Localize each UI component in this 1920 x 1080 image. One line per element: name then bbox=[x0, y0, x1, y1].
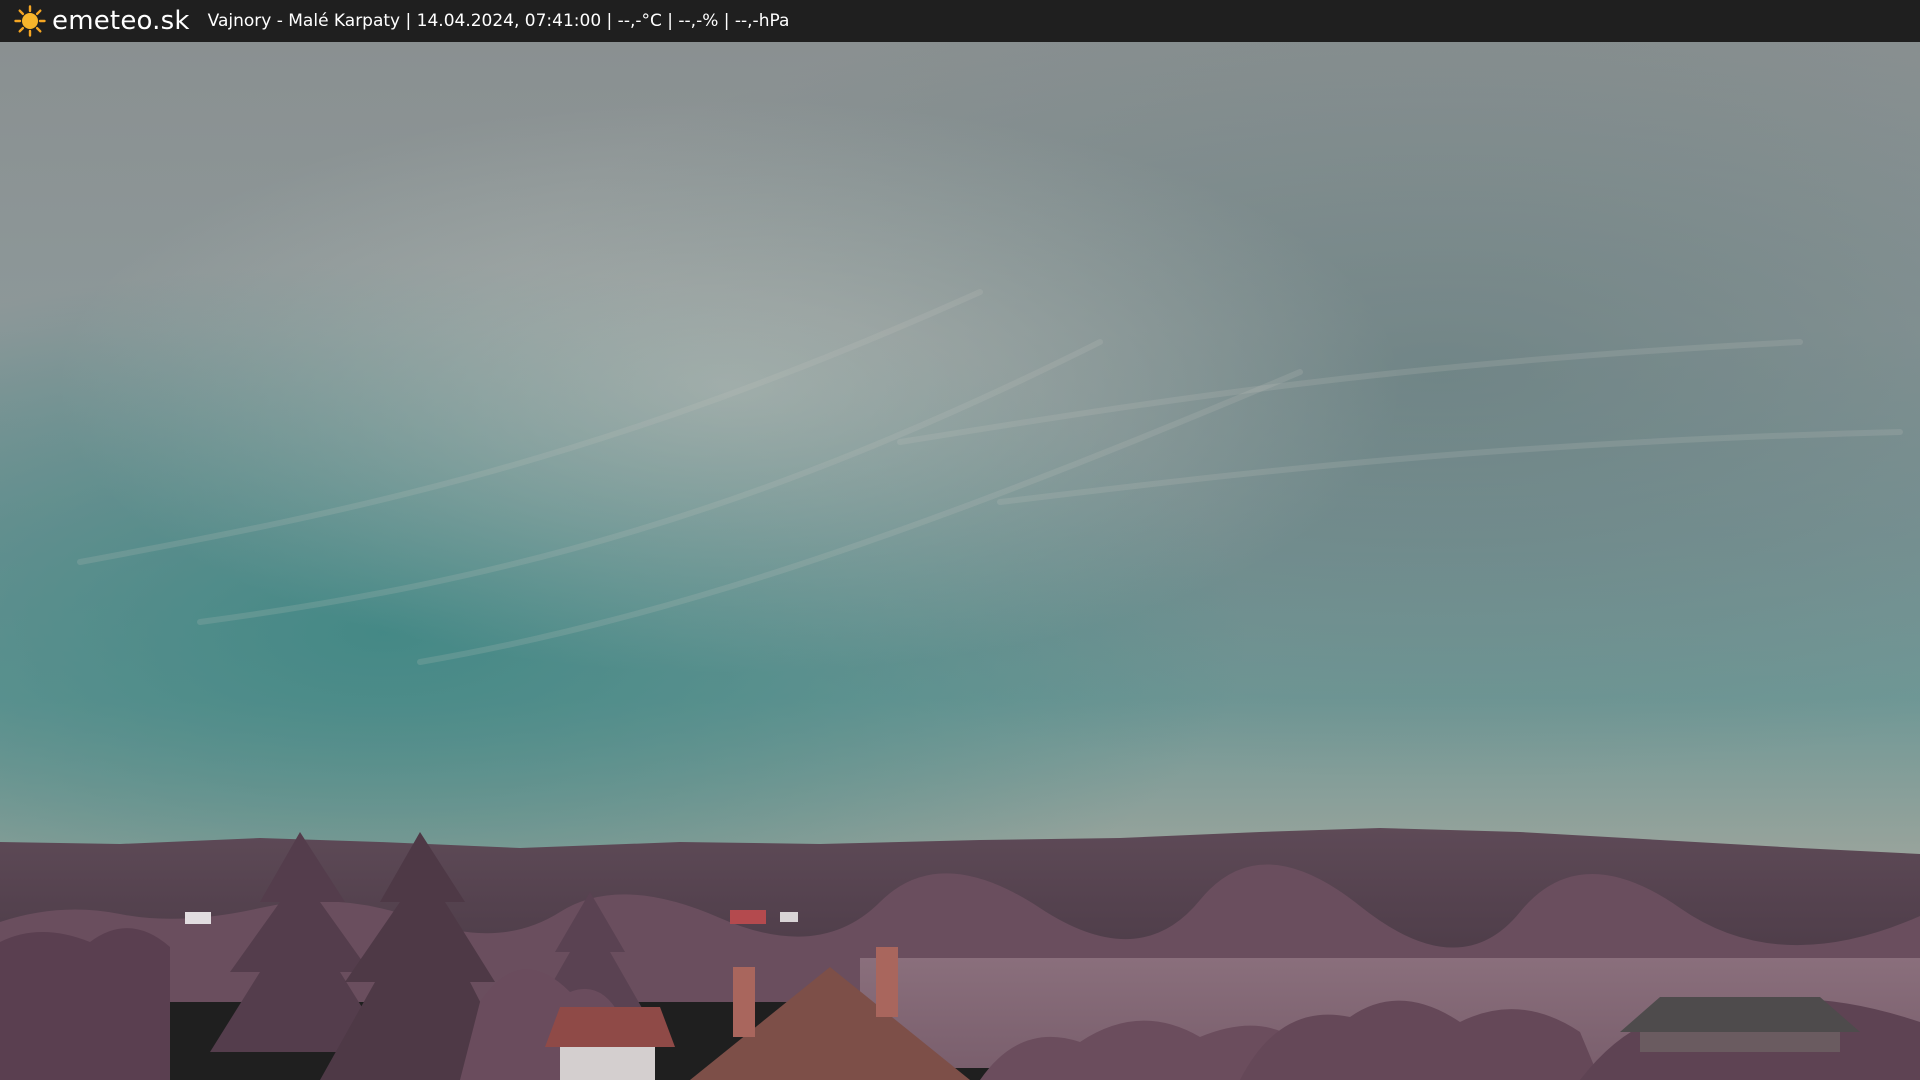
webcam-image bbox=[0, 42, 1920, 1080]
webcam-frame: emeteo.sk Vajnory - Malé Karpaty | 14.04… bbox=[0, 0, 1920, 1080]
webcam-info-bar: emeteo.sk Vajnory - Malé Karpaty | 14.04… bbox=[0, 0, 1920, 42]
sun-icon bbox=[14, 5, 46, 37]
site-brand: emeteo.sk bbox=[52, 6, 190, 36]
webcam-caption: Vajnory - Malé Karpaty | 14.04.2024, 07:… bbox=[207, 11, 790, 31]
